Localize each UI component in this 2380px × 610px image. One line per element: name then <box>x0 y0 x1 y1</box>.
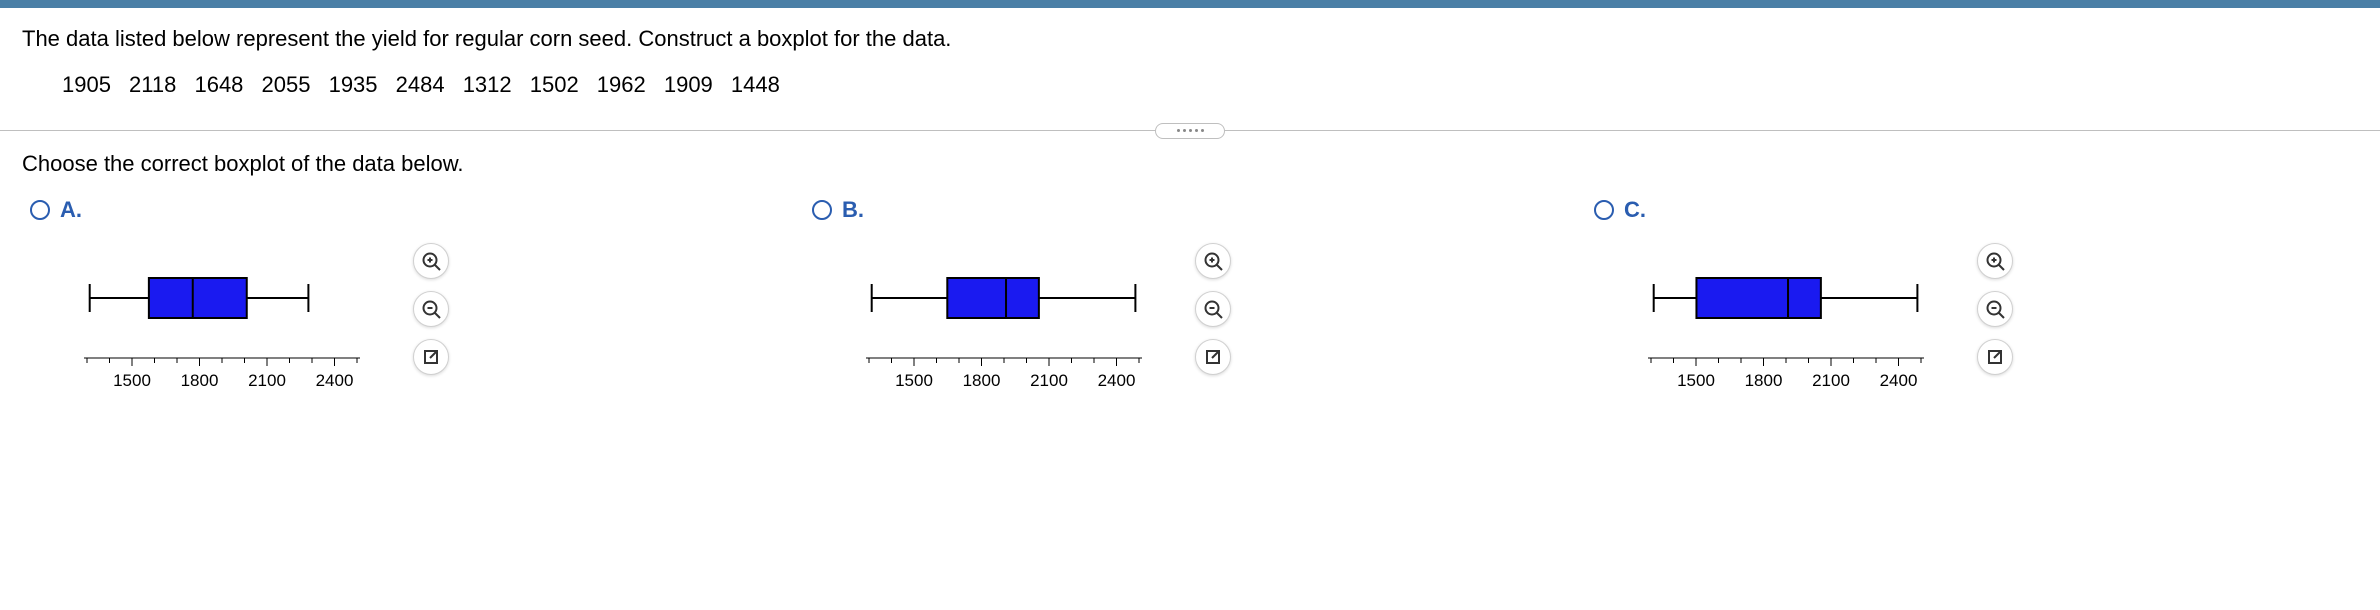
tick-label: 2400 <box>316 371 354 391</box>
tick-label: 2100 <box>1812 371 1850 391</box>
option-C: C. 1500 1800 2100 2400 <box>1586 197 2358 403</box>
zoom-out-button[interactable] <box>413 291 449 327</box>
option-A: A. 1500 1800 2100 2400 <box>22 197 794 403</box>
tick-label: 1800 <box>963 371 1001 391</box>
axis-labels: 1500 1800 2100 2400 <box>77 371 387 391</box>
section-divider <box>0 130 2380 131</box>
zoom-in-icon <box>1985 251 2005 271</box>
zoom-out-button[interactable] <box>1977 291 2013 327</box>
boxplot-A: 1500 1800 2100 2400 <box>77 243 387 403</box>
question-block: The data listed below represent the yiel… <box>0 8 2380 130</box>
zoom-out-icon <box>1203 299 1223 319</box>
zoom-in-button[interactable] <box>1195 243 1231 279</box>
tick-label: 1500 <box>1677 371 1715 391</box>
zoom-in-icon <box>421 251 441 271</box>
tool-column <box>1971 243 2019 375</box>
zoom-in-icon <box>1203 251 1223 271</box>
tool-column <box>407 243 455 375</box>
tick-label: 2100 <box>248 371 286 391</box>
open-new-button[interactable] <box>413 339 449 375</box>
options-row: A. 1500180021002400B. 1500180021002400C.… <box>0 187 2380 423</box>
data-values: 1905 2118 1648 2055 1935 2484 1312 1502 … <box>22 72 2358 98</box>
question-text: The data listed below represent the yiel… <box>22 26 2358 52</box>
option-B: B. 1500 1800 2100 2400 <box>804 197 1576 403</box>
tick-label: 2100 <box>1030 371 1068 391</box>
option-label: C. <box>1624 197 1646 223</box>
radio-option-C[interactable] <box>1594 200 1614 220</box>
zoom-out-button[interactable] <box>1195 291 1231 327</box>
tool-column <box>1189 243 1237 375</box>
open-new-icon <box>421 347 441 367</box>
tick-label: 1500 <box>113 371 151 391</box>
open-new-button[interactable] <box>1977 339 2013 375</box>
axis-labels: 1500 1800 2100 2400 <box>1641 371 1951 391</box>
axis-labels: 1500 1800 2100 2400 <box>859 371 1169 391</box>
tick-label: 1500 <box>895 371 933 391</box>
tick-label: 1800 <box>181 371 219 391</box>
collapse-handle[interactable] <box>1155 123 1225 139</box>
option-head: C. <box>1586 197 2358 223</box>
option-label: B. <box>842 197 864 223</box>
open-new-button[interactable] <box>1195 339 1231 375</box>
zoom-out-icon <box>1985 299 2005 319</box>
top-accent-bar <box>0 0 2380 8</box>
option-head: A. <box>22 197 794 223</box>
tick-label: 2400 <box>1880 371 1918 391</box>
zoom-in-button[interactable] <box>413 243 449 279</box>
open-new-icon <box>1203 347 1223 367</box>
tick-label: 2400 <box>1098 371 1136 391</box>
boxplot-C: 1500 1800 2100 2400 <box>1641 243 1951 403</box>
radio-option-A[interactable] <box>30 200 50 220</box>
choice-prompt: Choose the correct boxplot of the data b… <box>0 131 2380 187</box>
zoom-out-icon <box>421 299 441 319</box>
option-label: A. <box>60 197 82 223</box>
option-head: B. <box>804 197 1576 223</box>
zoom-in-button[interactable] <box>1977 243 2013 279</box>
boxplot-B: 1500 1800 2100 2400 <box>859 243 1169 403</box>
tick-label: 1800 <box>1745 371 1783 391</box>
radio-option-B[interactable] <box>812 200 832 220</box>
open-new-icon <box>1985 347 2005 367</box>
